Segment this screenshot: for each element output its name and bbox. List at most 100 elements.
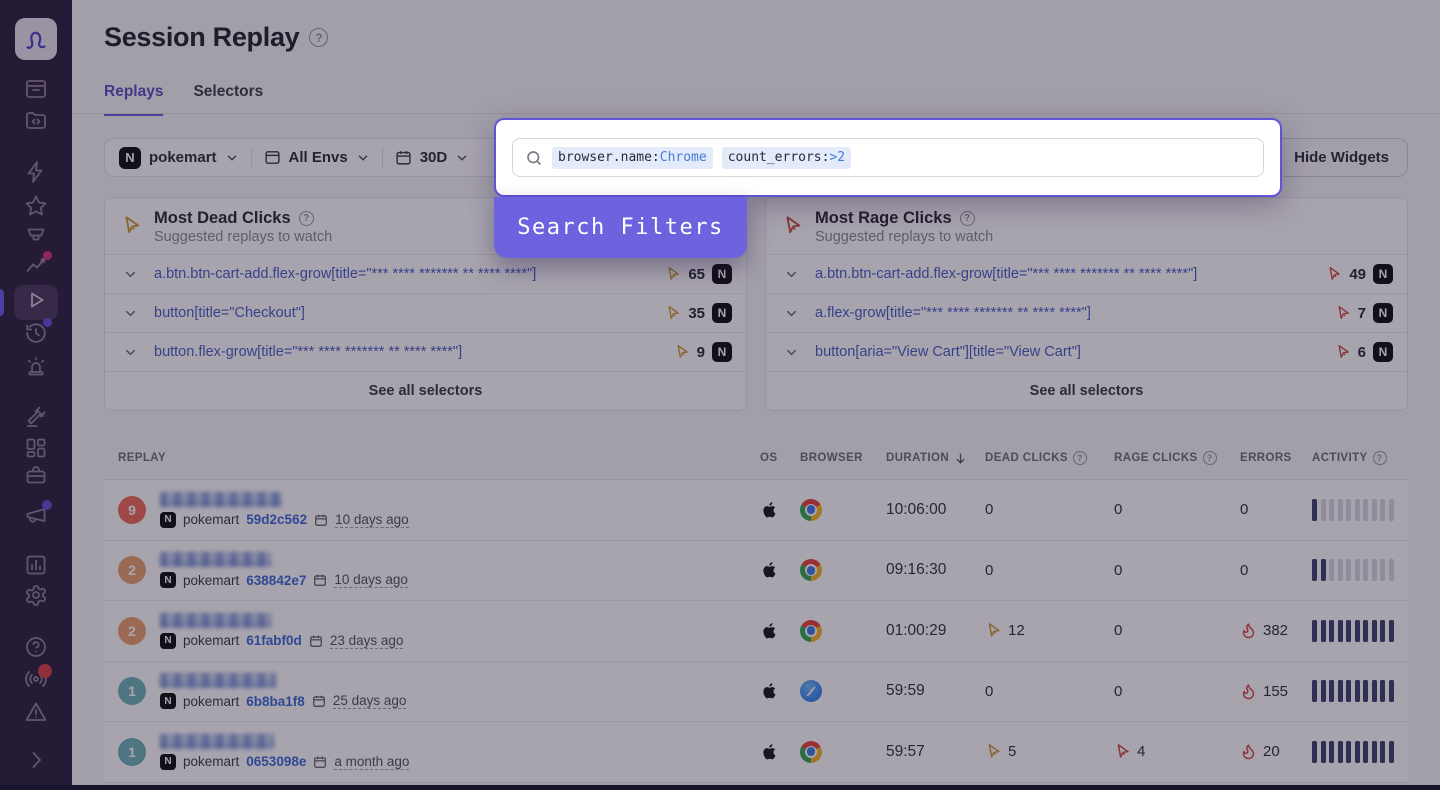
help-icon[interactable]: ?	[299, 211, 314, 226]
expand-chevron-icon[interactable]	[123, 306, 138, 321]
activity-bar	[1312, 680, 1317, 702]
table-row[interactable]: 9Npokemart59d2c56210 days ago10:06:00000	[104, 480, 1408, 541]
activity-bar	[1355, 620, 1360, 642]
sidebar-item-star-icon[interactable]	[24, 194, 48, 218]
sidebar-item-trend-chart-icon[interactable]	[24, 254, 48, 278]
tab-selectors[interactable]: Selectors	[193, 83, 263, 116]
expand-chevron-icon[interactable]	[784, 267, 799, 282]
sidebar-item-code-folder-icon[interactable]	[24, 108, 48, 132]
hide-widgets-button[interactable]: Hide Widgets	[1275, 138, 1408, 177]
duration-value: 59:57	[886, 743, 985, 761]
column-header-activity[interactable]: ACTIVITY?	[1312, 451, 1394, 465]
sidebar-item-history-icon[interactable]	[24, 321, 48, 345]
flame-icon	[1240, 743, 1257, 760]
sidebar-item-broadcast-icon[interactable]	[24, 667, 48, 691]
help-icon[interactable]: ?	[1373, 451, 1387, 465]
sidebar-item-megaphone-icon[interactable]	[24, 503, 48, 527]
app-logo[interactable]	[15, 18, 57, 60]
activity-bar	[1372, 620, 1377, 642]
project-badge-icon: N	[712, 264, 732, 284]
help-icon[interactable]: ?	[960, 211, 975, 226]
click-count: 65	[688, 266, 705, 283]
selector-link[interactable]: a.btn.btn-cart-add.flex-grow[title="*** …	[154, 266, 536, 282]
expand-chevron-icon[interactable]	[123, 345, 138, 360]
search-input[interactable]: browser.name:Chrome count_errors:>2	[512, 138, 1264, 177]
activity-bar	[1338, 559, 1343, 581]
session-link[interactable]: 0653098e	[246, 754, 306, 769]
sort-desc-icon	[954, 452, 967, 465]
column-header-duration[interactable]: DURATION	[886, 452, 985, 465]
chrome-browser-icon	[800, 499, 822, 521]
selector-link[interactable]: a.btn.btn-cart-add.flex-grow[title="*** …	[815, 266, 1197, 282]
session-link[interactable]: 6b8ba1f8	[246, 694, 305, 709]
dead-clicks-cell: 0	[985, 562, 1114, 579]
column-header-rage-clicks[interactable]: RAGE CLICKS?	[1114, 451, 1240, 465]
sidebar-item-chevron-right-icon[interactable]	[24, 748, 48, 772]
see-all-selectors-button[interactable]: See all selectors	[766, 372, 1407, 410]
project-badge-icon: N	[1373, 342, 1393, 362]
sidebar-item-toolbox-icon[interactable]	[24, 463, 48, 487]
filter-group: N pokemart All Envs 30D	[104, 138, 506, 177]
activity-bar	[1321, 559, 1326, 581]
sidebar-item-bolt-icon[interactable]	[24, 160, 48, 184]
project-badge-icon: N	[1373, 264, 1393, 284]
dead-click-cursor-icon	[665, 305, 681, 321]
sidebar-item-siren-icon[interactable]	[24, 355, 48, 379]
apple-os-icon	[760, 741, 800, 763]
table-row[interactable]: 1Npokemart0653098ea month ago59:575420	[104, 722, 1408, 783]
sidebar-item-warning-icon[interactable]	[24, 700, 48, 724]
sidebar-item-play-icon[interactable]	[24, 288, 48, 312]
search-filter-chip[interactable]: browser.name:Chrome	[552, 147, 713, 169]
sidebar-item-funnel-icon[interactable]	[24, 223, 48, 247]
dead-clicks-cell: 12	[985, 622, 1114, 639]
help-icon[interactable]: ?	[1073, 451, 1087, 465]
errors-value: 382	[1263, 622, 1288, 639]
sidebar-item-archive-icon[interactable]	[24, 77, 48, 101]
activity-bars	[1312, 499, 1394, 521]
activity-bars	[1312, 741, 1394, 763]
help-icon[interactable]: ?	[1203, 451, 1217, 465]
activity-bar	[1363, 620, 1368, 642]
environment-selector[interactable]: All Envs	[264, 149, 370, 166]
selector-link[interactable]: button[aria="View Cart"][title="View Car…	[815, 344, 1081, 360]
table-row[interactable]: 1Npokemart6b8ba1f825 days ago59:5900155	[104, 662, 1408, 723]
tab-replays[interactable]: Replays	[104, 83, 163, 116]
session-link[interactable]: 638842e7	[246, 573, 306, 588]
project-selector[interactable]: N pokemart	[119, 147, 239, 169]
expand-chevron-icon[interactable]	[784, 345, 799, 360]
expand-chevron-icon[interactable]	[784, 306, 799, 321]
expand-chevron-icon[interactable]	[123, 267, 138, 282]
selector-link[interactable]: button[title="Checkout"]	[154, 305, 305, 321]
sidebar-item-chart-board-icon[interactable]	[24, 553, 48, 577]
activity-bar	[1372, 680, 1377, 702]
column-header-replay[interactable]: REPLAY	[118, 452, 760, 464]
error-count-badge: 2	[118, 617, 146, 645]
selector-link[interactable]: button.flex-grow[title="*** **** *******…	[154, 344, 462, 360]
date-range-selector[interactable]: 30D	[395, 149, 470, 166]
column-header-os[interactable]: OS	[760, 452, 800, 464]
rage-click-cursor-icon	[1114, 743, 1131, 760]
sidebar	[0, 0, 72, 790]
column-header-dead-clicks[interactable]: DEAD CLICKS?	[985, 451, 1114, 465]
session-link[interactable]: 59d2c562	[246, 512, 307, 527]
table-row[interactable]: 2Npokemart61fabf0d23 days ago01:00:29120…	[104, 601, 1408, 662]
page-help-icon[interactable]: ?	[309, 28, 328, 47]
sidebar-active-indicator	[0, 289, 4, 316]
project-name: pokemart	[183, 512, 239, 527]
see-all-selectors-button[interactable]: See all selectors	[105, 372, 746, 410]
sidebar-item-help-icon[interactable]	[24, 635, 48, 659]
activity-bar	[1338, 741, 1343, 763]
selector-link[interactable]: a.flex-grow[title="*** **** ******* ** *…	[815, 305, 1091, 321]
table-header-row: REPLAYOSBROWSERDURATIONDEAD CLICKS?RAGE …	[104, 437, 1408, 480]
selector-row: a.btn.btn-cart-add.flex-grow[title="*** …	[105, 255, 746, 294]
sidebar-item-gear-icon[interactable]	[24, 583, 48, 607]
sidebar-item-layout-grid-icon[interactable]	[24, 436, 48, 460]
activity-bar	[1321, 680, 1326, 702]
sidebar-item-gavel-icon[interactable]	[24, 405, 48, 429]
project-badge-icon: N	[1373, 303, 1393, 323]
session-link[interactable]: 61fabf0d	[246, 633, 302, 648]
table-row[interactable]: 2Npokemart638842e710 days ago09:16:30000	[104, 541, 1408, 602]
search-filter-chip[interactable]: count_errors:>2	[722, 147, 851, 169]
column-header-browser[interactable]: BROWSER	[800, 452, 886, 464]
column-header-errors[interactable]: ERRORS	[1240, 452, 1312, 464]
